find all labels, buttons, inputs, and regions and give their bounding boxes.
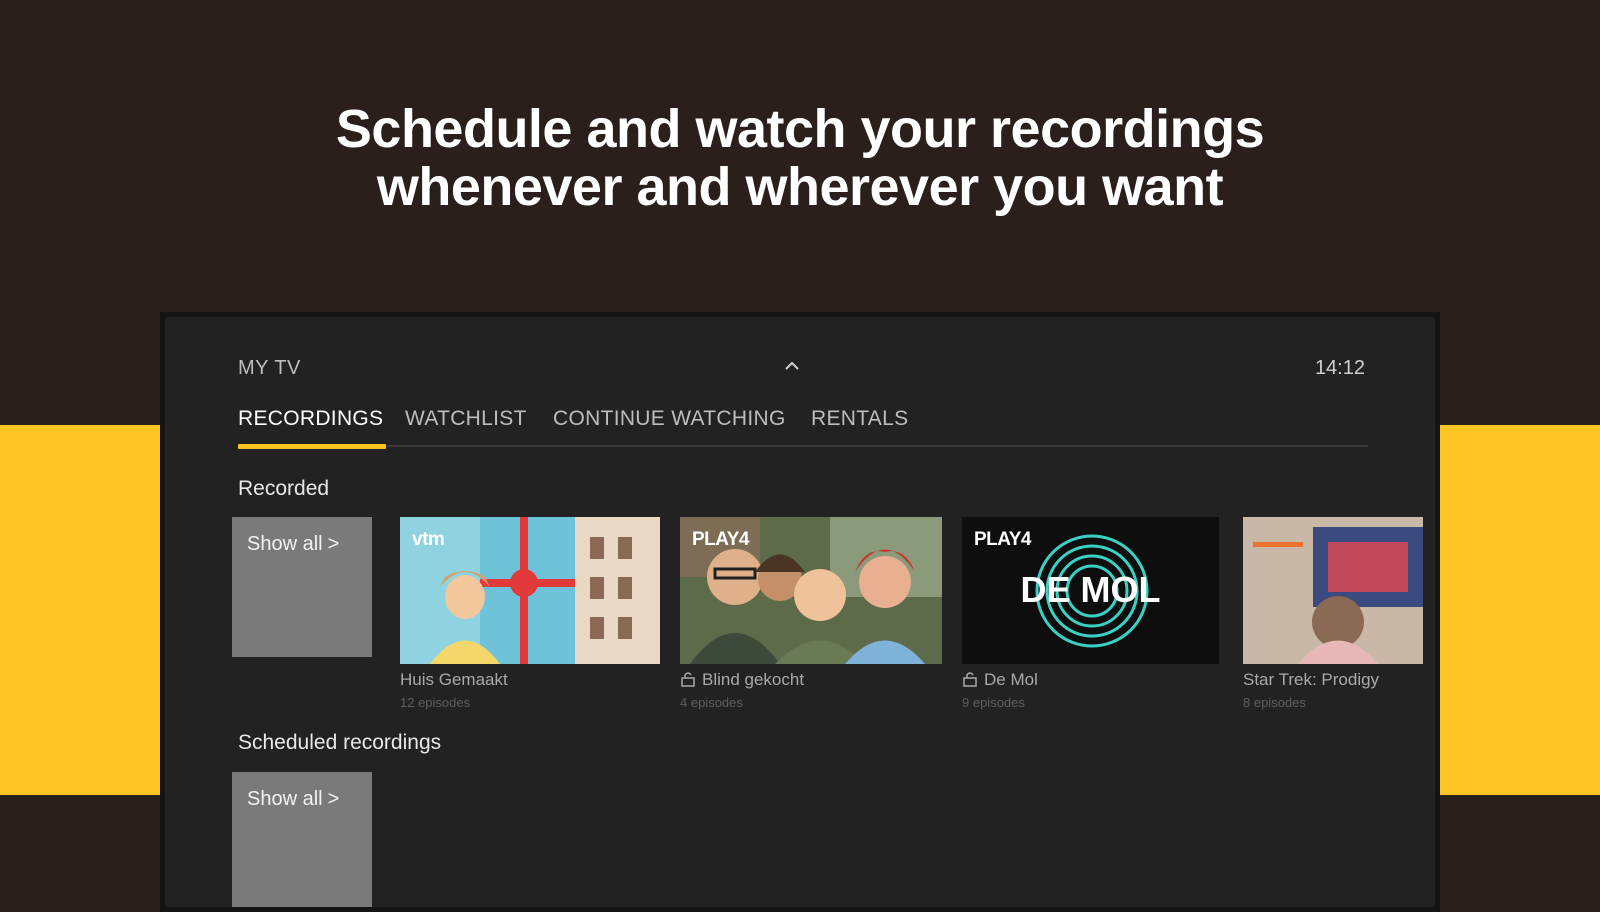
- tab-bar: RECORDINGS WATCHLIST CONTINUE WATCHING R…: [238, 407, 1368, 449]
- card-subtitle: 8 episodes: [1243, 695, 1306, 710]
- thumbnail: vtm: [400, 517, 660, 664]
- show-all-label: Show all: [247, 788, 323, 810]
- thumbnail: PLAY4 DE MOL: [962, 517, 1219, 664]
- thumbnail: [1243, 517, 1423, 664]
- chevron-right-icon: >: [327, 788, 340, 810]
- lock-icon: [681, 672, 695, 687]
- tv-screen: MY TV 14:12 RECORDINGS WATCHLIST CONTINU…: [160, 312, 1440, 912]
- scheduled-section-title: Scheduled recordings: [238, 731, 442, 754]
- clock: 14:12: [1314, 357, 1365, 379]
- promo-headline: Schedule and watch your recordings whene…: [0, 100, 1600, 216]
- channel-logo: PLAY4: [974, 529, 1032, 550]
- recorded-section-title: Recorded: [238, 477, 330, 500]
- card-title-text: Blind gekocht: [702, 670, 805, 689]
- tab-rentals[interactable]: RENTALS: [811, 407, 908, 445]
- card-title: De Mol: [962, 670, 1038, 690]
- de-mol-logo-text: DE MOL: [1020, 569, 1161, 610]
- page-title: MY TV: [238, 357, 301, 379]
- channel-logo: vtm: [412, 529, 445, 550]
- card-title: Star Trek: Prodigy: [1243, 670, 1380, 689]
- card-title: Blind gekocht: [680, 670, 804, 690]
- card-subtitle: 12 episodes: [400, 695, 471, 710]
- card-title-text: De Mol: [984, 670, 1038, 689]
- recorded-show-all-button[interactable]: Show all >: [232, 517, 372, 657]
- scheduled-show-all-button[interactable]: Show all >: [232, 772, 372, 907]
- card-subtitle: 4 episodes: [680, 695, 743, 710]
- headline-line-2: whenever and wherever you want: [376, 157, 1224, 217]
- chevron-up-icon[interactable]: [783, 357, 801, 375]
- tab-continue-watching[interactable]: CONTINUE WATCHING: [553, 407, 786, 445]
- headline-line-1: Schedule and watch your recordings: [335, 99, 1265, 159]
- card-title: Huis Gemaakt: [400, 670, 508, 689]
- star-trek-prodigy-artwork: [1243, 517, 1423, 664]
- thumbnail: PLAY4: [680, 517, 942, 664]
- chevron-right-icon: >: [327, 533, 340, 555]
- tab-recordings[interactable]: RECORDINGS: [238, 407, 387, 449]
- show-all-label: Show all: [247, 533, 323, 555]
- card-subtitle: 9 episodes: [962, 695, 1025, 710]
- lock-icon: [963, 672, 977, 687]
- channel-logo: PLAY4: [692, 529, 750, 550]
- tab-watchlist[interactable]: WATCHLIST: [405, 407, 527, 445]
